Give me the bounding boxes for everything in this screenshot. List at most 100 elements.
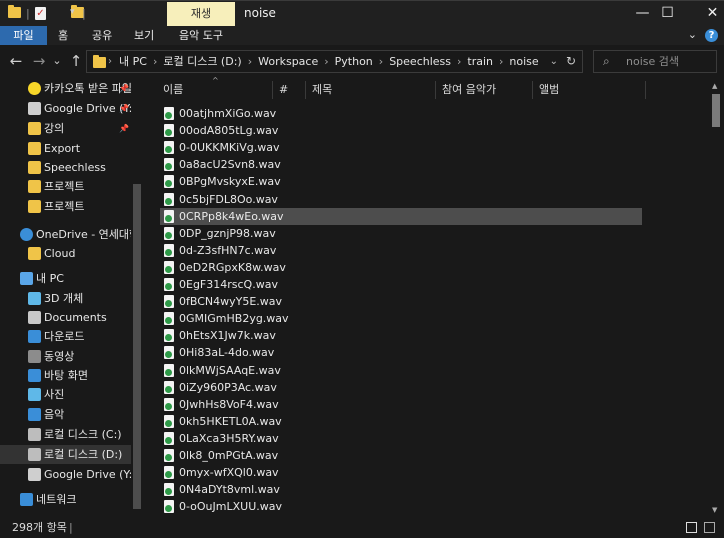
chevron-right-icon[interactable]: › xyxy=(153,55,157,68)
address-dropdown-icon[interactable]: ⌄ xyxy=(550,51,558,72)
chevron-right-icon[interactable]: › xyxy=(324,55,328,68)
sidebar-item[interactable]: 프로젝트 xyxy=(0,197,131,216)
sidebar-item[interactable]: 카카오톡 받은 파일 📌 xyxy=(0,79,131,98)
up-button[interactable]: ↑ xyxy=(66,51,86,71)
file-row[interactable]: 0fBCN4wyY5E.wav xyxy=(160,293,642,310)
tab-music-tools[interactable]: 음악 도구 xyxy=(179,26,223,45)
tab-share[interactable]: 공유 xyxy=(92,26,112,45)
file-row[interactable]: 0JwhHs8VoF4.wav xyxy=(160,396,642,413)
sidebar-item[interactable]: 사진 xyxy=(0,385,131,404)
sidebar-item[interactable]: 로컬 디스크 (D:) xyxy=(0,445,131,464)
sidebar-item[interactable]: Cloud xyxy=(0,244,131,263)
file-row[interactable]: 0N4aDYt8vml.wav xyxy=(160,481,642,498)
file-row[interactable]: 0LaXca3H5RY.wav xyxy=(160,430,642,447)
chevron-down-icon[interactable]: ⌄ xyxy=(688,28,697,41)
file-row[interactable]: 0eD2RGpxK8w.wav xyxy=(160,259,642,276)
tab-file[interactable]: 파일 xyxy=(0,26,47,45)
close-button[interactable]: ✕ xyxy=(690,1,724,26)
file-row[interactable]: 0lk8_0mPGtA.wav xyxy=(160,447,642,464)
file-row[interactable]: 0d-Z3sfHN7c.wav xyxy=(160,242,642,259)
sidebar-item[interactable]: OneDrive - 연세대학교 xyxy=(0,225,131,244)
file-row[interactable]: 0iZy960P3Ac.wav xyxy=(160,379,642,396)
tab-view[interactable]: 보기 xyxy=(134,26,154,45)
file-row[interactable]: 0DP_gznjP98.wav xyxy=(160,225,642,242)
sidebar-item[interactable]: Documents xyxy=(0,308,131,327)
chevron-right-icon[interactable]: › xyxy=(379,55,383,68)
scroll-down-icon[interactable]: ▼ xyxy=(712,506,717,514)
sidebar-item[interactable]: 바탕 화면 xyxy=(0,366,131,385)
help-icon[interactable]: ? xyxy=(705,29,718,42)
file-row[interactable]: 0Hi83aL-4do.wav xyxy=(160,344,642,361)
file-row[interactable]: 0CRPp8k4wEo.wav xyxy=(160,207,642,225)
file-name: 00odA805tLg.wav xyxy=(179,124,279,138)
sidebar-item[interactable]: 강의 📌 xyxy=(0,119,131,138)
sidebar-item[interactable]: 프로젝트 xyxy=(0,177,131,196)
forward-button[interactable]: → xyxy=(29,51,49,71)
sidebar-item[interactable]: 다운로드 xyxy=(0,327,131,346)
chevron-right-icon[interactable]: › xyxy=(499,55,503,68)
chevron-right-icon[interactable]: › xyxy=(248,55,252,68)
file-row[interactable]: 00atjhmXiGo.wav xyxy=(160,105,642,122)
sidebar-item[interactable]: 음악 xyxy=(0,405,131,424)
breadcrumb-item[interactable]: Workspace xyxy=(258,55,318,68)
scroll-up-icon[interactable]: ▲ xyxy=(712,82,717,90)
sidebar-item[interactable]: Google Drive (Y:) 📌 xyxy=(0,99,131,118)
file-row[interactable]: 0kh5HKETL0A.wav xyxy=(160,413,642,430)
chevron-right-icon[interactable]: › xyxy=(108,51,112,72)
sidebar-item[interactable]: 로컬 디스크 (C:) xyxy=(0,425,131,444)
search-box[interactable]: ⌕ noise 검색 xyxy=(593,50,717,73)
file-row[interactable]: 0-oOuJmLXUU.wav xyxy=(160,498,642,515)
file-row[interactable]: 0myx-wfXQl0.wav xyxy=(160,464,642,481)
file-list-scrollbar[interactable]: ▲ ▼ xyxy=(709,79,724,517)
sidebar-item[interactable]: Speechless xyxy=(0,158,131,177)
breadcrumb-item[interactable]: Python xyxy=(335,55,373,68)
sidebar-item[interactable]: Export xyxy=(0,139,131,158)
chevron-right-icon[interactable]: › xyxy=(457,55,461,68)
sidebar-item[interactable]: Google Drive (Y:) xyxy=(0,465,131,484)
scroll-thumb[interactable] xyxy=(712,94,720,127)
sidebar-scrollbar[interactable] xyxy=(133,184,141,509)
pin-icon: 📌 xyxy=(119,104,129,113)
folder-icon[interactable] xyxy=(8,5,21,18)
column-divider[interactable] xyxy=(272,81,273,99)
breadcrumb-item[interactable]: noise xyxy=(509,55,538,68)
file-row[interactable]: 0GMIGmHB2yg.wav xyxy=(160,310,642,327)
file-row[interactable]: 0hEtsX1Jw7k.wav xyxy=(160,327,642,344)
tab-home[interactable]: 홈 xyxy=(58,26,68,45)
breadcrumb-item[interactable]: 로컬 디스크 (D:) xyxy=(163,55,241,68)
column-divider[interactable] xyxy=(435,81,436,99)
file-row[interactable]: 0a8acU2Svn8.wav xyxy=(160,156,642,173)
sidebar-item[interactable]: 3D 개체 xyxy=(0,289,131,308)
file-row[interactable]: 0EgF314rscQ.wav xyxy=(160,276,642,293)
customize-qa-icon[interactable]: ▾ xyxy=(70,7,75,21)
breadcrumb-item[interactable]: Speechless xyxy=(389,55,451,68)
breadcrumb-item[interactable]: train xyxy=(467,55,493,68)
column-divider[interactable] xyxy=(305,81,306,99)
sidebar-item-label: Export xyxy=(44,142,81,155)
properties-icon[interactable]: ✓ xyxy=(35,7,46,20)
file-row[interactable]: 0lkMWjSAAqE.wav xyxy=(160,362,642,379)
sidebar-item[interactable]: 네트워크 xyxy=(0,490,131,509)
sidebar-item[interactable]: 동영상 xyxy=(0,347,131,366)
file-row[interactable]: 0BPgMvskyxE.wav xyxy=(160,173,642,190)
column-artists[interactable]: 참여 음악가 xyxy=(442,79,496,100)
file-row[interactable]: 0-0UKKMKiVg.wav xyxy=(160,139,642,156)
refresh-icon[interactable]: ↻ xyxy=(566,51,576,72)
file-row[interactable]: 0c5bjFDL8Oo.wav xyxy=(160,191,642,208)
details-view-icon[interactable] xyxy=(686,522,697,533)
context-tab-play[interactable]: 재생 xyxy=(167,2,235,26)
column-album[interactable]: 앨범 xyxy=(539,79,559,100)
maximize-button[interactable]: ☐ xyxy=(645,1,690,26)
back-button[interactable]: ← xyxy=(6,51,26,71)
large-icons-view-icon[interactable] xyxy=(704,522,715,533)
column-title[interactable]: 제목 xyxy=(312,79,332,100)
recent-locations-button[interactable]: ⌄ xyxy=(47,51,67,71)
column-divider[interactable] xyxy=(645,81,646,99)
column-number[interactable]: # xyxy=(279,79,288,100)
sidebar-item[interactable]: 내 PC xyxy=(0,269,131,288)
file-row[interactable]: 00odA805tLg.wav xyxy=(160,122,642,139)
column-name[interactable]: 이름 xyxy=(163,79,183,100)
breadcrumb-item[interactable]: 내 PC xyxy=(119,55,147,68)
address-bar[interactable]: › 내 PC › 로컬 디스크 (D:) › Workspace › Python › Spee… xyxy=(86,50,583,73)
column-divider[interactable] xyxy=(532,81,533,99)
